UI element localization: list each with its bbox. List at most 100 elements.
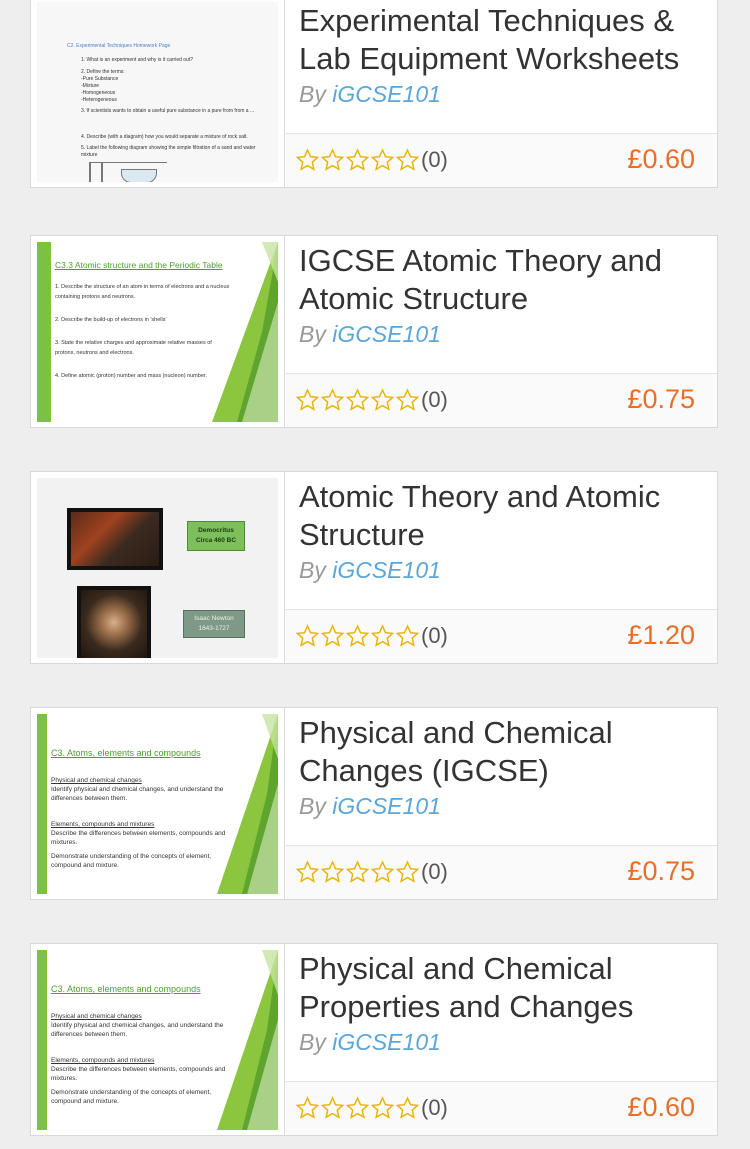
card-footer: (0) £0.75 (285, 373, 717, 427)
star-outline-icon (320, 860, 345, 883)
rating-count: (0) (421, 147, 448, 172)
card-footer: (0) £0.60 (285, 1081, 717, 1135)
author-link[interactable]: iGCSE101 (332, 321, 441, 347)
star-outline-icon (345, 148, 370, 171)
resource-card[interactable]: C2. Experimental Techniques Homework Pag… (30, 0, 718, 188)
rating-count: (0) (421, 859, 448, 884)
rating-stars: (0) (295, 1095, 448, 1121)
star-outline-icon (345, 388, 370, 411)
resource-thumbnail[interactable]: C3. Atoms, elements and compounds Physic… (37, 714, 278, 894)
star-outline-icon (295, 1096, 320, 1119)
star-outline-icon (320, 148, 345, 171)
thumb-line: Physical and chemical changes (51, 1013, 142, 1020)
thumb-line: 4. Define atomic (proton) number and mas… (55, 373, 207, 379)
card-footer: (0) £1.20 (285, 609, 717, 663)
star-outline-icon (395, 860, 420, 883)
author-link[interactable]: iGCSE101 (332, 81, 441, 107)
star-outline-icon (370, 1096, 395, 1119)
rating-count: (0) (421, 623, 448, 648)
resource-card[interactable]: C3. Atoms, elements and compounds Physic… (30, 943, 718, 1136)
resource-title[interactable]: Atomic Theory and Atomic Structure (299, 478, 701, 554)
price: £0.75 (627, 856, 695, 886)
rating-stars: (0) (295, 859, 448, 885)
resource-thumbnail[interactable]: Democritus Circa 460 BC Isaac Newton 164… (37, 478, 278, 658)
star-outline-icon (370, 624, 395, 647)
by-label: By (299, 557, 326, 583)
thumb-line: Identify physical and chemical changes, … (51, 1022, 224, 1038)
by-label: By (299, 793, 326, 819)
rating-stars: (0) (295, 387, 448, 413)
resource-card[interactable]: Democritus Circa 460 BC Isaac Newton 164… (30, 471, 718, 664)
thumb-line: 2. Describe the build-up of electrons in… (55, 317, 167, 323)
byline: By iGCSE101 (299, 557, 441, 584)
thumb-line: 4. Describe (with a diagram) how you wou… (81, 134, 248, 140)
star-outline-icon (370, 148, 395, 171)
star-outline-icon (295, 624, 320, 647)
card-footer: (0) £0.60 (285, 133, 717, 187)
newton-portrait (77, 586, 151, 658)
price: £0.60 (627, 1092, 695, 1122)
star-outline-icon (320, 624, 345, 647)
resource-title[interactable]: Experimental Techniques & Lab Equipment … (299, 2, 701, 78)
rating-count: (0) (421, 1095, 448, 1120)
star-outline-icon (295, 148, 320, 171)
resource-title[interactable]: IGCSE Atomic Theory and Atomic Structure (299, 242, 701, 318)
thumb-line: Describe the differences between element… (51, 1066, 226, 1082)
thumb-line: -Heterogeneous (81, 97, 117, 103)
rating-stars: (0) (295, 147, 448, 173)
star-outline-icon (295, 388, 320, 411)
by-label: By (299, 1029, 326, 1055)
star-outline-icon (370, 860, 395, 883)
author-link[interactable]: iGCSE101 (332, 557, 441, 583)
label-name: Isaac Newton (194, 615, 234, 622)
author-link[interactable]: iGCSE101 (332, 1029, 441, 1055)
thumb-heading: C3. Atoms, elements and compounds (51, 748, 201, 758)
by-label: By (299, 81, 326, 107)
price: £1.20 (627, 620, 695, 650)
thumb-heading: C3.3 Atomic structure and the Periodic T… (55, 260, 223, 270)
thumb-line: 1. Describe the structure of an atom in … (55, 284, 230, 300)
star-outline-icon (320, 1096, 345, 1119)
byline: By iGCSE101 (299, 321, 441, 348)
filtration-diagram (89, 162, 167, 182)
star-outline-icon (395, 148, 420, 171)
author-link[interactable]: iGCSE101 (332, 793, 441, 819)
thumb-line: 1. What is an experiment and why is it c… (81, 57, 193, 63)
price: £0.60 (627, 144, 695, 174)
thumb-heading: C3. Atoms, elements and compounds (51, 984, 201, 994)
resource-title[interactable]: Physical and Chemical Changes (IGCSE) (299, 714, 701, 790)
resource-thumbnail[interactable]: C3.3 Atomic structure and the Periodic T… (37, 242, 278, 422)
thumb-line: Demonstrate understanding of the concept… (51, 1089, 212, 1105)
star-outline-icon (395, 624, 420, 647)
star-outline-icon (395, 388, 420, 411)
resource-card[interactable]: C3. Atoms, elements and compounds Physic… (30, 707, 718, 900)
byline: By iGCSE101 (299, 1029, 441, 1056)
star-outline-icon (320, 388, 345, 411)
by-label: By (299, 321, 326, 347)
resource-thumbnail[interactable]: C2. Experimental Techniques Homework Pag… (37, 2, 278, 182)
star-outline-icon (345, 624, 370, 647)
thumb-line: Describe the differences between element… (51, 830, 226, 846)
thumb-line: Demonstrate understanding of the concept… (51, 853, 212, 869)
star-outline-icon (345, 860, 370, 883)
resource-thumbnail[interactable]: C3. Atoms, elements and compounds Physic… (37, 950, 278, 1130)
thumb-line: 3. State the relative charges and approx… (55, 340, 212, 356)
rating-count: (0) (421, 387, 448, 412)
price: £0.75 (627, 384, 695, 414)
card-footer: (0) £0.75 (285, 845, 717, 899)
label-date: Circa 460 BC (195, 537, 237, 544)
label-name: Democritus (198, 527, 234, 534)
thumb-line: 5. Label the following diagram showing t… (81, 145, 256, 158)
thumb-line: Identify physical and chemical changes, … (51, 786, 224, 802)
rating-stars: (0) (295, 623, 448, 649)
star-outline-icon (395, 1096, 420, 1119)
thumb-line: Elements, compounds and mixtures (51, 821, 155, 828)
democritus-portrait (67, 508, 163, 570)
star-outline-icon (345, 1096, 370, 1119)
thumb-heading: C2. Experimental Techniques Homework Pag… (67, 43, 171, 49)
resource-card[interactable]: C3.3 Atomic structure and the Periodic T… (30, 235, 718, 428)
resource-title[interactable]: Physical and Chemical Properties and Cha… (299, 950, 701, 1026)
label-date: 1643-1727 (198, 625, 230, 632)
thumb-line: 3. If scientists wants to obtain a usefu… (81, 108, 255, 114)
newton-label: Isaac Newton 1643-1727 (183, 610, 245, 638)
